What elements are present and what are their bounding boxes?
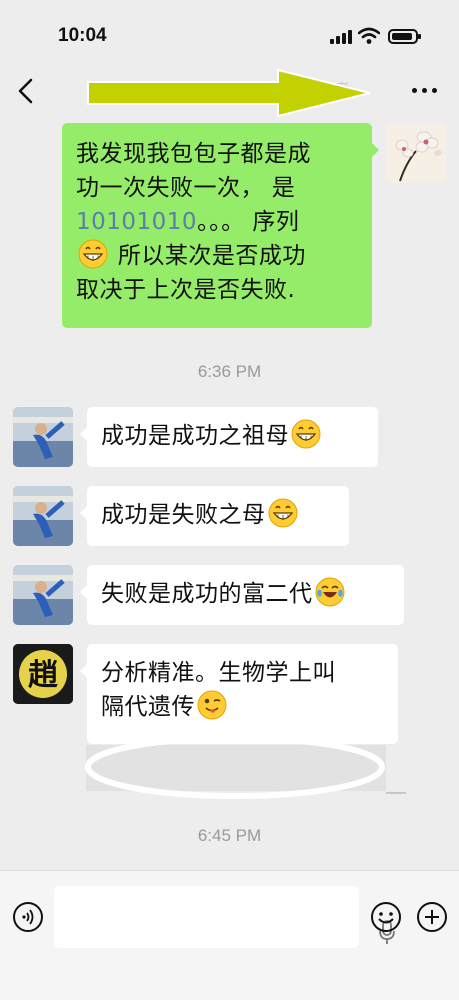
avatar-photo: [13, 565, 73, 625]
signal-icon: [330, 30, 352, 44]
message-text: 失败是成功的富二代: [101, 581, 313, 607]
friend2-avatar[interactable]: 趙: [13, 644, 73, 704]
sequence-text: 10101010: [76, 209, 198, 235]
message-line: 所以某次是否成功: [76, 239, 358, 273]
message-line: 功一次失败一次， 是: [76, 175, 296, 201]
svg-text:趙: 趙: [28, 658, 58, 693]
timestamp: 6:45 PM: [197, 826, 262, 845]
avatar-logo: 趙: [13, 644, 73, 704]
status-time: 10:04: [58, 25, 107, 46]
message-input[interactable]: [54, 886, 395, 948]
message-line: 分析精准。生物学上叫: [101, 660, 336, 686]
grinning-emoji-icon: [267, 498, 298, 528]
battery-icon: [388, 29, 421, 44]
message-text: 成功是失败之母: [101, 502, 266, 528]
emoji-icon[interactable]: [370, 901, 402, 933]
message-line: 我发现我包包子都是成: [76, 141, 311, 167]
grinning-emoji-icon: [78, 239, 108, 269]
message-text: 成功是成功之祖母: [101, 423, 289, 449]
message-bubble-incoming[interactable]: 失败是成功的富二代: [80, 565, 404, 625]
avatar-photo: [13, 486, 73, 546]
plus-icon[interactable]: [416, 901, 448, 933]
timestamp: 6:36 PM: [197, 362, 262, 381]
voice-icon[interactable]: [12, 901, 44, 933]
message-bubble-incoming[interactable]: 分析精准。生物学上叫 隔代遗传: [80, 644, 398, 744]
message-text: 所以某次是否成功: [117, 243, 306, 269]
friend-avatar[interactable]: [13, 407, 73, 467]
input-bar: [0, 870, 459, 1000]
message-text: 。。。 序列: [197, 209, 300, 235]
friend-avatar[interactable]: [13, 565, 73, 625]
chevron-left-icon[interactable]: [14, 76, 40, 106]
status-bar: 10:04: [0, 0, 459, 66]
divider: [386, 792, 406, 794]
annotation-arrow: [87, 68, 371, 118]
annotation-ellipse: [85, 735, 385, 799]
rolling-laughing-emoji-icon: [314, 577, 345, 607]
friend-avatar[interactable]: [13, 486, 73, 546]
avatar-photo: [13, 407, 73, 467]
my-avatar[interactable]: [386, 123, 446, 183]
winking-tongue-emoji-icon: [197, 690, 227, 720]
message-bubble-outgoing[interactable]: 我发现我包包子都是成 功一次失败一次， 是 10101010。。。 序列 所以某…: [62, 123, 379, 328]
message-line: 取决于上次是否失败.: [76, 277, 296, 303]
more-dots-icon[interactable]: [410, 86, 440, 96]
message-bubble-incoming[interactable]: 成功是成功之祖母: [80, 407, 378, 467]
battery-level: [392, 33, 412, 40]
message-bubble-incoming[interactable]: 成功是失败之母: [80, 486, 349, 546]
message-text: 隔代遗传: [101, 694, 195, 720]
message-line: 隔代遗传: [101, 690, 384, 724]
wifi-icon: [358, 27, 380, 44]
grinning-emoji-icon: [291, 419, 321, 449]
message-line: 10101010。。。 序列: [76, 205, 358, 239]
orchid-photo: [395, 131, 442, 182]
